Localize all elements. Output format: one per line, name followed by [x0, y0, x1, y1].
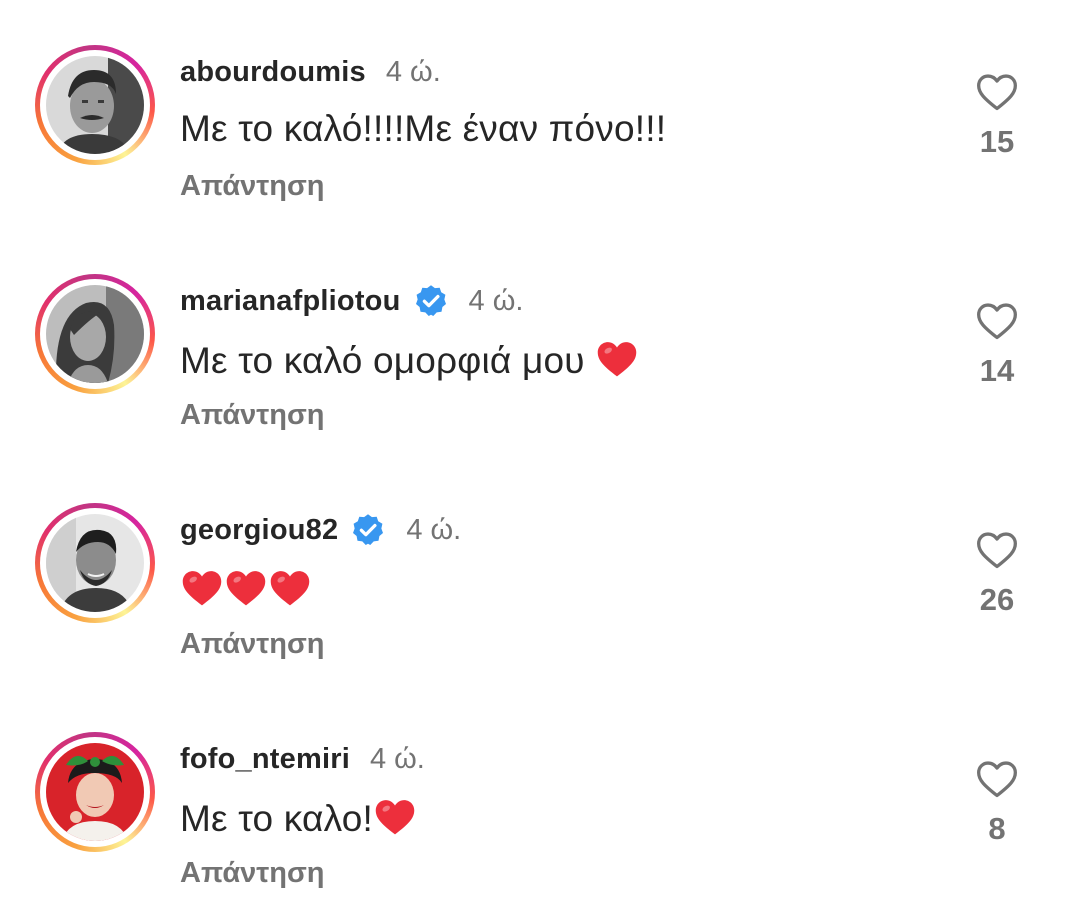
username[interactable]: abourdoumis — [180, 56, 366, 89]
like-count: 14 — [979, 353, 1015, 388]
comment-time: 4 ώ. — [406, 513, 462, 546]
avatar[interactable] — [46, 514, 144, 612]
avatar[interactable] — [46, 56, 144, 154]
reply-button[interactable]: Απάντηση — [180, 628, 325, 661]
avatar-woman-icon — [46, 285, 144, 383]
comment-time: 4 ώ. — [468, 284, 524, 317]
story-ring[interactable] — [35, 45, 155, 165]
avatar-man-smiling-icon — [46, 514, 144, 612]
heart-outline-icon[interactable] — [975, 299, 1019, 343]
red-heart-emoji-icon — [375, 800, 415, 835]
reply-button[interactable]: Απάντηση — [180, 399, 325, 432]
comment-item: abourdoumis 4 ώ. Με το καλό!!!!Με έναν π… — [0, 0, 1080, 229]
like-count: 26 — [979, 582, 1015, 617]
heart-outline-icon[interactable] — [975, 528, 1019, 572]
like-count: 15 — [979, 124, 1015, 159]
red-heart-emoji-icon — [597, 342, 637, 377]
verified-badge-icon — [415, 285, 446, 316]
comment-text: Με το καλο! — [180, 795, 417, 840]
comment-item: fofo_ntemiri 4 ώ. Με το καλο! Απάντηση 8 — [0, 687, 1080, 916]
story-ring[interactable] — [35, 274, 155, 394]
red-heart-emoji-icon — [226, 571, 266, 606]
comment-text: Με το καλό!!!!Με έναν πόνο!!! — [180, 108, 667, 149]
comment-time: 4 ώ. — [369, 742, 425, 775]
reply-button[interactable]: Απάντηση — [180, 170, 325, 203]
comment-item: georgiou82 4 ώ. Απάντηση 26 — [0, 458, 1080, 687]
story-ring[interactable] — [35, 732, 155, 852]
story-ring[interactable] — [35, 503, 155, 623]
like-count: 8 — [988, 811, 1006, 846]
comment-item: marianafpliotou 4 ώ. Με το καλό ομορφιά … — [0, 229, 1080, 458]
comment-text — [180, 566, 312, 611]
avatar-man-mustache-icon — [46, 56, 144, 154]
red-heart-emoji-icon — [182, 571, 222, 606]
avatar[interactable] — [46, 285, 144, 383]
username[interactable]: marianafpliotou — [180, 285, 401, 318]
comment-text: Με το καλό ομορφιά μου — [180, 337, 639, 382]
username[interactable]: fofo_ntemiri — [180, 743, 350, 776]
username[interactable]: georgiou82 — [180, 514, 338, 547]
avatar-woman-red-background-icon — [46, 743, 144, 841]
heart-outline-icon[interactable] — [975, 757, 1019, 801]
comment-time: 4 ώ. — [385, 55, 441, 88]
verified-badge-icon — [353, 514, 384, 545]
heart-outline-icon[interactable] — [975, 70, 1019, 114]
reply-button[interactable]: Απάντηση — [180, 857, 325, 890]
red-heart-emoji-icon — [270, 571, 310, 606]
comment-text-body: Με το καλό ομορφιά μου — [180, 340, 639, 381]
avatar[interactable] — [46, 743, 144, 841]
